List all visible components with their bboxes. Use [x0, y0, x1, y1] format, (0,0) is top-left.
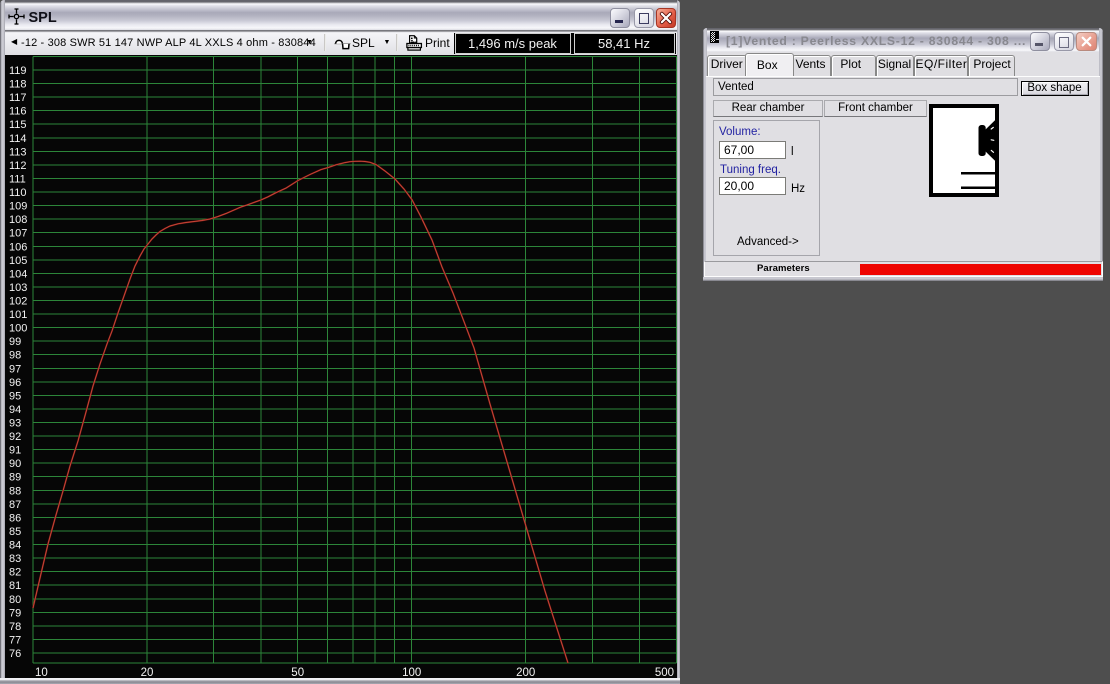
svg-text:88: 88: [9, 485, 21, 497]
svg-text:115: 115: [9, 119, 27, 131]
svg-text:113: 113: [9, 146, 27, 158]
svg-text:104: 104: [9, 268, 27, 280]
svg-text:82: 82: [9, 567, 21, 579]
svg-text:93: 93: [9, 418, 21, 430]
svg-text:85: 85: [9, 526, 21, 538]
svg-text:97: 97: [9, 363, 21, 375]
svg-text:99: 99: [9, 336, 21, 348]
svg-text:103: 103: [9, 282, 27, 294]
svg-text:500: 500: [655, 667, 674, 678]
svg-text:106: 106: [9, 241, 27, 253]
svg-text:89: 89: [9, 472, 21, 484]
svg-text:78: 78: [9, 621, 21, 633]
svg-text:86: 86: [9, 512, 21, 524]
svg-text:114: 114: [9, 133, 27, 145]
svg-text:83: 83: [9, 553, 21, 565]
svg-text:102: 102: [9, 295, 27, 307]
svg-text:76: 76: [9, 648, 21, 660]
svg-text:118: 118: [9, 79, 27, 91]
svg-text:95: 95: [9, 390, 21, 402]
svg-text:107: 107: [9, 228, 27, 240]
svg-text:117: 117: [9, 92, 27, 104]
svg-text:94: 94: [9, 404, 21, 416]
svg-text:87: 87: [9, 499, 21, 511]
svg-text:112: 112: [9, 160, 27, 172]
svg-text:92: 92: [9, 431, 21, 443]
svg-text:116: 116: [9, 106, 27, 118]
svg-text:84: 84: [9, 540, 21, 552]
svg-text:80: 80: [9, 594, 21, 606]
svg-text:110: 110: [9, 187, 27, 199]
svg-text:91: 91: [9, 445, 21, 457]
svg-text:100: 100: [402, 667, 421, 678]
svg-text:111: 111: [9, 173, 26, 185]
svg-text:100: 100: [9, 323, 27, 335]
svg-text:109: 109: [9, 201, 27, 213]
svg-text:108: 108: [9, 214, 27, 226]
svg-text:105: 105: [9, 255, 27, 267]
svg-text:101: 101: [9, 309, 27, 321]
svg-text:20: 20: [141, 667, 154, 678]
svg-text:98: 98: [9, 350, 21, 362]
svg-text:119: 119: [9, 65, 27, 77]
svg-text:200: 200: [516, 667, 535, 678]
svg-text:77: 77: [9, 634, 21, 646]
svg-text:79: 79: [9, 607, 21, 619]
svg-text:90: 90: [9, 458, 21, 470]
svg-text:81: 81: [9, 580, 21, 592]
svg-text:10: 10: [35, 667, 48, 678]
svg-text:50: 50: [291, 667, 304, 678]
svg-text:96: 96: [9, 377, 21, 389]
